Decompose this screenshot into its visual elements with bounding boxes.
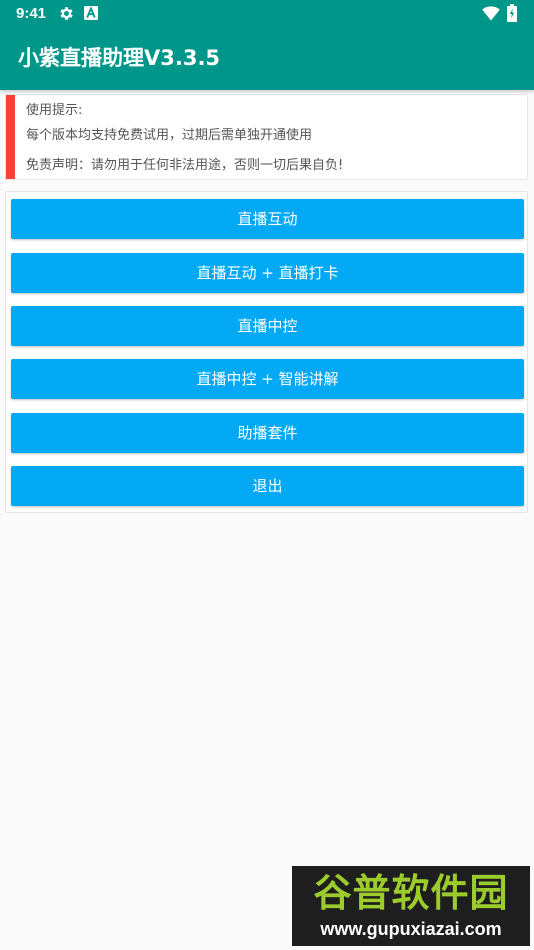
watermark-logo: 谷普软件园 (313, 871, 509, 915)
live-control-button[interactable]: 直播中控 (11, 306, 524, 346)
notice-disclaimer-text: 免责声明：请勿用于任何非法用途，否则一切后果自负! (26, 158, 344, 173)
menu-card: 直播互动 直播互动 + 直播打卡 直播中控 直播中控 + 智能讲解 助播套件 退… (5, 191, 528, 513)
wifi-icon (482, 6, 500, 21)
watermark-url: www.gupuxiazai.com (320, 919, 502, 939)
notice-accent-bar (6, 95, 15, 179)
notice-trial-text: 每个版本均支持免费试用，过期后需单独开通使用 (26, 128, 313, 143)
a-letter-icon (84, 6, 98, 20)
live-control-smart-explain-button[interactable]: 直播中控 + 智能讲解 (11, 359, 524, 399)
status-bar: 9:41 (0, 0, 534, 28)
notice-card: 使用提示: 每个版本均支持免费试用，过期后需单独开通使用 免责声明：请勿用于任何… (5, 94, 528, 180)
live-interaction-checkin-button[interactable]: 直播互动 + 直播打卡 (11, 253, 524, 293)
gear-icon (60, 7, 73, 20)
exit-button[interactable]: 退出 (11, 466, 524, 506)
watermark: 谷普软件园 www.gupuxiazai.com (292, 866, 530, 946)
status-time: 9:41 (16, 5, 47, 22)
assistant-kit-button[interactable]: 助播套件 (11, 413, 524, 453)
live-interaction-button[interactable]: 直播互动 (11, 199, 524, 239)
notice-title: 使用提示: (26, 103, 83, 118)
battery-icon (507, 4, 517, 22)
page-title: 小紫直播助理V3.3.5 (18, 46, 221, 70)
app-bar: 小紫直播助理V3.3.5 (0, 28, 534, 90)
